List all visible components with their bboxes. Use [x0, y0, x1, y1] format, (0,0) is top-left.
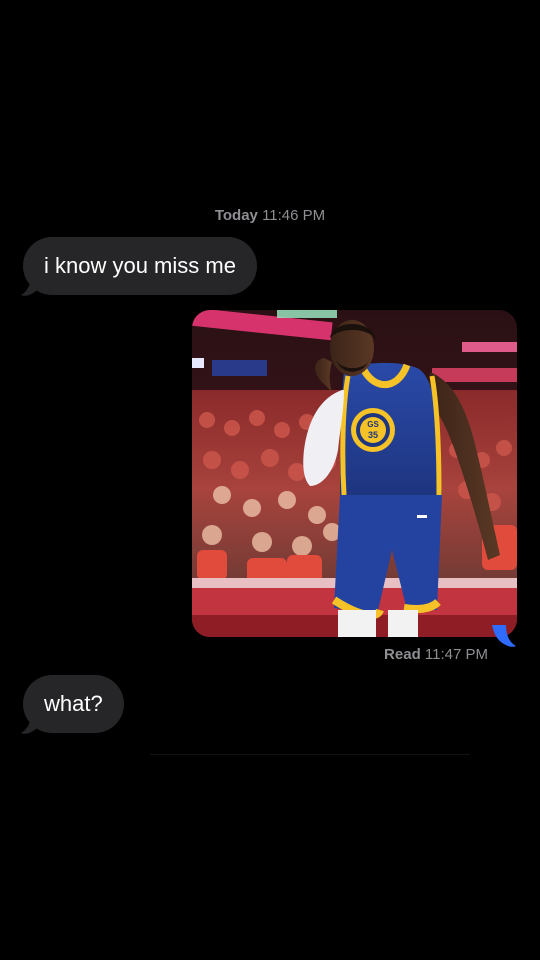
jersey-team-text: GS — [367, 420, 379, 429]
read-receipt: Read 11:47 PM — [384, 646, 488, 663]
basketball-player-photo: GS 35 — [192, 310, 517, 637]
photo-message[interactable]: GS 35 — [192, 310, 517, 637]
read-label: Read — [384, 646, 421, 663]
bubble-tail-icon — [21, 712, 45, 734]
incoming-message-bubble[interactable]: what? — [21, 675, 124, 734]
timestamp-time: 11:46 PM — [262, 207, 326, 224]
conversation-timestamp: Today 11:46 PM — [0, 207, 540, 224]
outgoing-bubble-tail-icon — [492, 625, 516, 647]
read-time: 11:47 PM — [424, 646, 488, 663]
message-text: i know you miss me — [44, 253, 236, 278]
jersey-number: 35 — [368, 430, 378, 440]
incoming-message-bubble[interactable]: i know you miss me — [21, 237, 257, 296]
divider — [150, 754, 470, 755]
message-text: what? — [44, 691, 103, 716]
bubble-tail-icon — [21, 274, 45, 296]
timestamp-day: Today — [214, 207, 258, 224]
